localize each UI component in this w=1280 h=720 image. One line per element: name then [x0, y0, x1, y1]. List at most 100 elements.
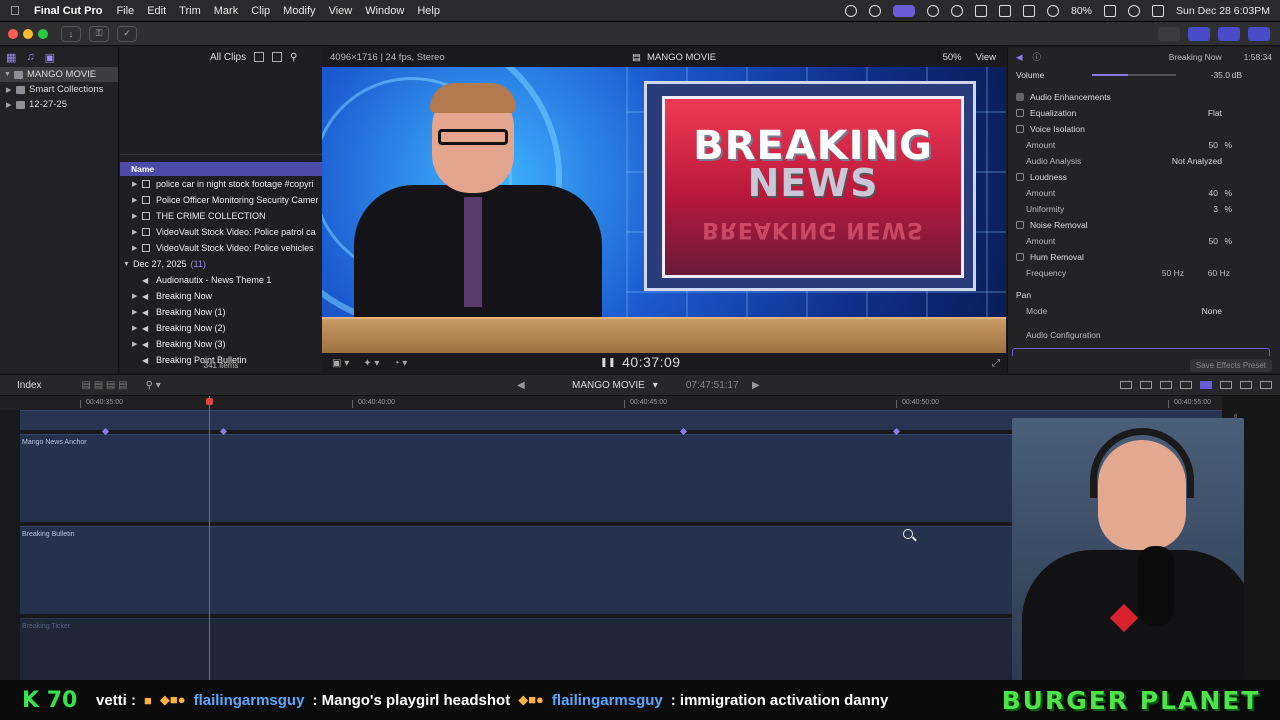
- filmstrip-area[interactable]: [120, 67, 322, 155]
- photos-audio-icon[interactable]: ♫: [26, 51, 34, 63]
- uniformity-row[interactable]: Uniformity 3 %: [1008, 201, 1280, 217]
- menu-trim[interactable]: Trim: [179, 5, 201, 17]
- display-icon[interactable]: [999, 4, 1011, 17]
- loudness-amount-row[interactable]: Amount 40 %: [1008, 185, 1280, 201]
- timeline-toggle-icon[interactable]: [1218, 26, 1240, 41]
- noise-removal-row[interactable]: Noise Removal: [1008, 217, 1280, 233]
- play-status-icon[interactable]: [951, 4, 963, 17]
- list-view-icon[interactable]: [254, 52, 265, 62]
- speed-icon[interactable]: ◔ ▾: [393, 358, 407, 369]
- record-status-icon[interactable]: [845, 4, 857, 17]
- effects-browser-icon[interactable]: [1220, 381, 1232, 389]
- voice-amount-row[interactable]: Amount 50 %: [1008, 137, 1280, 153]
- app-menu[interactable]: Final Cut Pro: [34, 5, 102, 17]
- zoom-tool-icon[interactable]: ⚲ ▾: [146, 380, 161, 391]
- spotlight-search-icon[interactable]: [1128, 4, 1141, 17]
- voice-amount-value[interactable]: 50: [1209, 140, 1218, 150]
- clip-row[interactable]: ▶ police car in night stock footage #copy…: [120, 176, 322, 192]
- index-button[interactable]: Index: [17, 380, 41, 391]
- voice-isolation-checkbox[interactable]: [1016, 125, 1024, 133]
- menu-clock[interactable]: Sun Dec 28 6:03PM: [1176, 5, 1270, 17]
- clip-row[interactable]: ◀ Audionautix - News Theme 1: [120, 272, 322, 288]
- sidebar-item-smart-collections[interactable]: ▶ Smart Collections: [0, 82, 118, 97]
- loudness-amount-value[interactable]: 40: [1209, 188, 1218, 198]
- volume-status-icon[interactable]: [975, 4, 987, 17]
- libraries-icon[interactable]: ▦: [6, 51, 16, 64]
- uniformity-value[interactable]: 3: [1213, 204, 1218, 214]
- clip-row[interactable]: ▶ ◀ Breaking Now (2): [120, 320, 322, 336]
- minimize-window-button[interactable]: [23, 28, 33, 39]
- keywords-icon[interactable]: ⚿: [89, 25, 109, 42]
- disclosure-closed-icon[interactable]: ▶: [6, 86, 16, 94]
- view-dropdown[interactable]: View: [976, 52, 996, 63]
- frequency-row[interactable]: Frequency 50 Hz 60 Hz: [1008, 265, 1280, 281]
- volume-value[interactable]: -35.0: [1211, 70, 1230, 80]
- snap-icon[interactable]: [1120, 381, 1132, 389]
- name-column-header[interactable]: Name: [120, 162, 322, 176]
- battery-icon[interactable]: [1104, 4, 1117, 17]
- menu-edit[interactable]: Edit: [147, 5, 166, 17]
- control-center-icon[interactable]: [1152, 4, 1165, 17]
- disclosure-closed-icon[interactable]: ▶: [132, 308, 142, 316]
- menu-clip[interactable]: Clip: [251, 5, 270, 17]
- transitions-browser-icon[interactable]: [1240, 381, 1252, 389]
- disclosure-closed-icon[interactable]: ▶: [132, 180, 142, 188]
- disclosure-open-icon[interactable]: ▼: [123, 261, 133, 268]
- save-effects-preset-button[interactable]: Save Effects Preset: [1189, 359, 1272, 372]
- disclosure-closed-icon[interactable]: ▶: [132, 324, 142, 332]
- audio-enhancements-header[interactable]: Audio Enhancements: [1008, 89, 1280, 105]
- loudness-row[interactable]: Loudness: [1008, 169, 1280, 185]
- inspector-toggle-icon[interactable]: [1248, 26, 1270, 41]
- solo-icon[interactable]: [1180, 381, 1192, 389]
- volume-slider[interactable]: [1092, 74, 1176, 76]
- menu-file[interactable]: File: [116, 5, 134, 17]
- viewer-timecode[interactable]: ❚❚ 40:37:09: [600, 354, 681, 370]
- library-mango-movie[interactable]: ▼ MANGO MOVIE: [0, 67, 118, 82]
- date-group-row[interactable]: ▼ Dec 27, 2025 (11): [120, 256, 322, 272]
- frequency-50hz-option[interactable]: 50 Hz: [1162, 268, 1184, 278]
- noise-removal-checkbox[interactable]: [1016, 221, 1024, 229]
- timeline-close-icon[interactable]: [1260, 381, 1272, 389]
- background-tasks-icon[interactable]: ✓: [117, 25, 137, 42]
- audio-skimming-icon[interactable]: [1160, 381, 1172, 389]
- clip-appearance-icon[interactable]: [272, 52, 283, 62]
- enhance-icon[interactable]: ✦ ▾: [363, 358, 379, 369]
- forward-arrow-icon[interactable]: ▶: [752, 380, 760, 391]
- menu-view[interactable]: View: [329, 5, 353, 17]
- clip-row[interactable]: ▶ ◀ Breaking Now (1): [120, 304, 322, 320]
- hum-removal-row[interactable]: Hum Removal: [1008, 249, 1280, 265]
- transform-icon[interactable]: ▣ ▾: [332, 358, 349, 369]
- audio-analysis-row[interactable]: Audio Analysis Not Analyzed: [1008, 153, 1280, 169]
- disclosure-closed-icon[interactable]: ▶: [132, 340, 142, 348]
- globe-icon[interactable]: [927, 4, 939, 17]
- screen-share-icon[interactable]: [893, 4, 915, 17]
- titles-generators-icon[interactable]: ▣: [45, 51, 55, 64]
- disclosure-closed-icon[interactable]: ▶: [132, 244, 142, 252]
- equalization-row[interactable]: Equalization Flat: [1008, 105, 1280, 121]
- zoom-window-button[interactable]: [38, 28, 48, 39]
- skimming-icon[interactable]: [1140, 381, 1152, 389]
- pan-mode-dropdown[interactable]: None: [1202, 306, 1222, 316]
- menu-help[interactable]: Help: [417, 5, 440, 17]
- wifi-icon[interactable]: [1047, 4, 1059, 17]
- info-icon[interactable]: ⓘ: [1033, 51, 1042, 63]
- clip-appearance-icon[interactable]: [1200, 381, 1212, 389]
- fullscreen-icon[interactable]: ⤢: [992, 358, 1000, 369]
- clip-row[interactable]: ▶ ◀ Breaking Now: [120, 288, 322, 304]
- menu-modify[interactable]: Modify: [283, 5, 315, 17]
- obs-icon[interactable]: [869, 4, 881, 17]
- share-icon[interactable]: [1158, 26, 1180, 41]
- playhead[interactable]: [206, 396, 213, 680]
- frequency-60hz-option[interactable]: 60 Hz: [1208, 268, 1230, 278]
- clip-row[interactable]: ▶ VideoVault Stock Video: Police vehicles: [120, 240, 322, 256]
- audio-inspector-icon[interactable]: ◀: [1016, 52, 1023, 63]
- clip-filter-dropdown[interactable]: All Clips: [210, 52, 246, 63]
- menu-mark[interactable]: Mark: [214, 5, 238, 17]
- edit-tools-icons[interactable]: ▤ ▤ ▤ ▤: [81, 380, 127, 391]
- clip-row[interactable]: ▶ ◀ Breaking Now (3): [120, 336, 322, 352]
- clip-row[interactable]: ▶ Police Officer Monitoring Security Came…: [120, 192, 322, 208]
- browser-toggle-icon[interactable]: [1188, 26, 1210, 41]
- clip-row[interactable]: ▶ VideoVault Stock Video: Police patrol c…: [120, 224, 322, 240]
- video-frame[interactable]: BREAKING NEWS BREAKING NEWS: [322, 67, 1006, 353]
- volume-row[interactable]: Volume -35.0 dB: [1008, 67, 1280, 83]
